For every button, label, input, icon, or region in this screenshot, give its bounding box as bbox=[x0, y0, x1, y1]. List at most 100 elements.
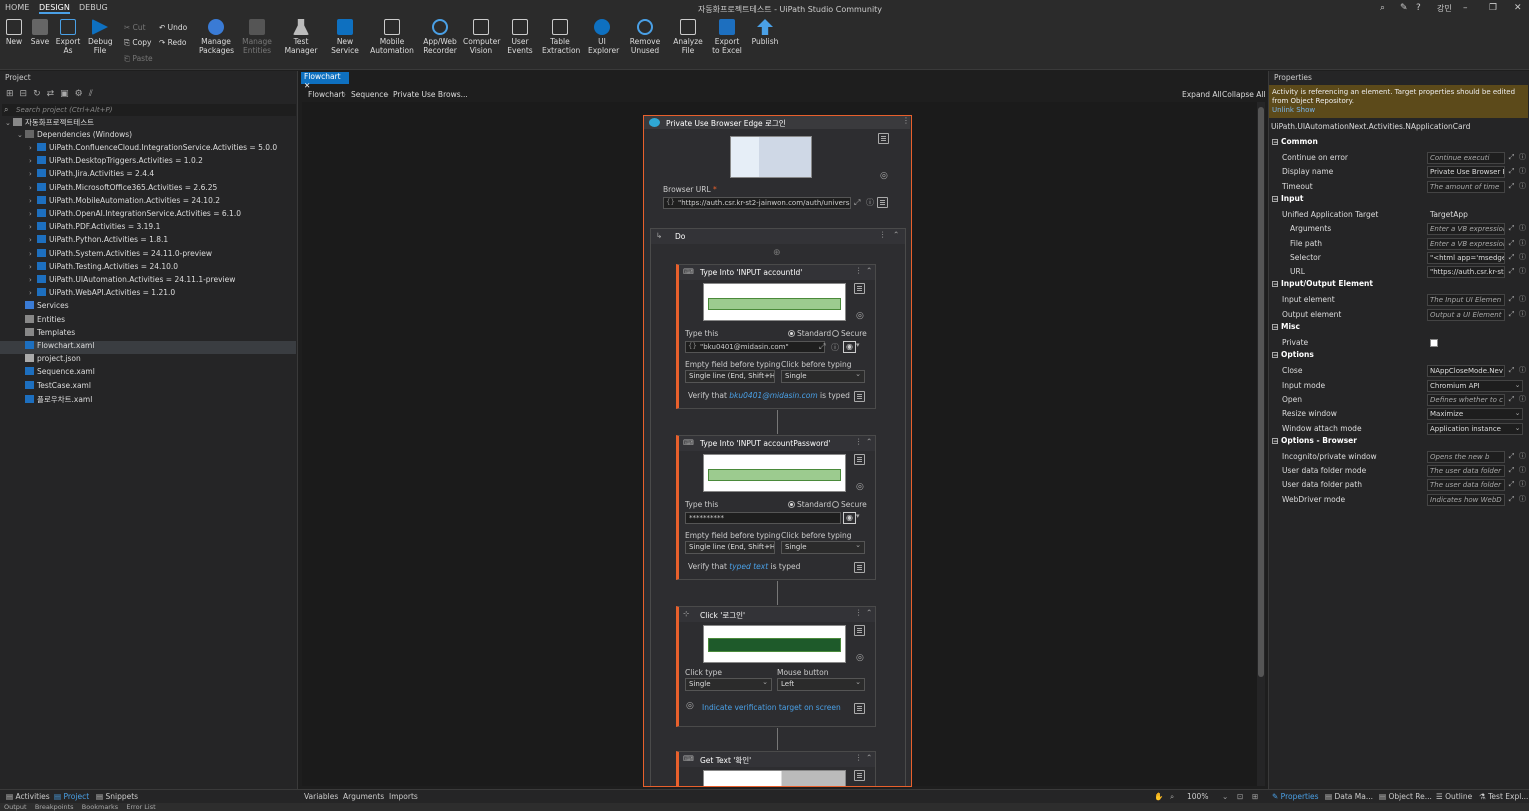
info-icon[interactable]: ⓘ bbox=[1518, 167, 1527, 176]
checkbox[interactable] bbox=[1430, 339, 1438, 347]
expand-all-link[interactable]: Expand All bbox=[1182, 90, 1222, 99]
info-icon[interactable]: ⓘ bbox=[1518, 495, 1527, 504]
property-section-header[interactable]: − Misc bbox=[1269, 322, 1528, 335]
paste-button[interactable]: ⎗ Paste bbox=[124, 54, 153, 64]
application-card[interactable]: Private Use Browser Edge 로그인 ⋮ ◎ Browser… bbox=[643, 115, 912, 787]
expand-editor-icon[interactable]: ⤢ bbox=[1507, 239, 1516, 248]
tree-root[interactable]: ⌄ 자동화프로젝트테스트 bbox=[0, 117, 296, 130]
type-into-account-id[interactable]: ⌨ Type Into 'INPUT accountId' ⋮ ⌃ ◎ Type th… bbox=[676, 264, 876, 409]
expand-editor-icon[interactable]: ⤢ bbox=[1507, 366, 1516, 375]
tab-activities[interactable]: ▤ Activities bbox=[6, 792, 50, 801]
empty-field-select[interactable]: Single line (End, Shift+Home, Del) bbox=[685, 370, 775, 383]
property-value-input[interactable]: The user data folder bbox=[1427, 465, 1505, 478]
standard-radio[interactable]: Standard bbox=[788, 329, 831, 338]
folder-item[interactable]: Services bbox=[0, 301, 296, 314]
file-item[interactable]: Flowchart.xaml bbox=[0, 341, 296, 354]
property-section-header[interactable]: − Options bbox=[1269, 350, 1528, 363]
redo-button[interactable]: ↷ Redo bbox=[159, 38, 187, 47]
expand-editor-icon[interactable]: ⤢ bbox=[1507, 466, 1516, 475]
mobile-automation-button[interactable]: Mobile Automation bbox=[368, 19, 416, 55]
expand-editor-icon[interactable]: ⤢ bbox=[1507, 253, 1516, 262]
show-link[interactable]: Show bbox=[1296, 106, 1315, 114]
save-button[interactable]: Save bbox=[29, 19, 51, 46]
breadcrumb-item[interactable]: Private Use Brows... bbox=[393, 90, 468, 99]
property-value-input[interactable]: Enter a VB expression bbox=[1427, 237, 1505, 250]
type-this-input[interactable]: "bku0401@midasin.com" bbox=[685, 341, 825, 353]
verify-link[interactable]: typed text bbox=[729, 562, 768, 571]
property-value-input[interactable]: Continue executi bbox=[1427, 152, 1505, 164]
property-value-input[interactable]: Chromium API bbox=[1427, 379, 1523, 392]
table-extraction-button[interactable]: Table Extraction bbox=[542, 19, 580, 55]
collapse-icon[interactable]: ⌃ bbox=[893, 230, 899, 239]
property-value-input[interactable]: Maximize bbox=[1427, 408, 1523, 421]
package-item[interactable]: › UiPath.DesktopTriggers.Activities = 1.0… bbox=[0, 156, 296, 169]
manage-packages-button[interactable]: Manage Packages bbox=[199, 19, 234, 55]
tab-outline[interactable]: ☰ Outline bbox=[1436, 792, 1472, 801]
expand-editor-icon[interactable]: ⤢ bbox=[1507, 495, 1516, 504]
property-value-input[interactable]: Indicates how WebD bbox=[1427, 493, 1505, 506]
collapse-icon[interactable]: − bbox=[1272, 352, 1278, 359]
property-value-input[interactable]: NAppCloseMode.Nev bbox=[1427, 365, 1505, 378]
expand-editor-icon[interactable]: ⤢ bbox=[1507, 310, 1516, 319]
verify-menu-icon[interactable] bbox=[854, 391, 865, 402]
info-icon[interactable]: ⓘ bbox=[831, 342, 839, 353]
info-icon[interactable]: ⓘ bbox=[1518, 395, 1527, 404]
cut-button[interactable]: ✂ Cut bbox=[124, 23, 146, 32]
click-before-select[interactable]: Single bbox=[781, 369, 865, 383]
project-toolbar[interactable]: ⊞⊟↻⇄▣⚙⫽ bbox=[6, 89, 126, 99]
property-section-header[interactable]: − Options - Browser bbox=[1269, 436, 1528, 449]
activity-menu-icon[interactable] bbox=[854, 625, 865, 636]
collapse-icon[interactable]: ⌃ bbox=[866, 266, 872, 275]
tab-variables[interactable]: Variables bbox=[304, 792, 338, 801]
url-menu-icon[interactable] bbox=[877, 197, 888, 208]
info-icon[interactable]: ⓘ bbox=[1518, 452, 1527, 461]
more-options-icon[interactable]: ⋮ bbox=[855, 608, 863, 617]
mouse-button-select[interactable]: Left bbox=[777, 677, 865, 691]
package-item[interactable]: › UiPath.MobileAutomation.Activities = 24… bbox=[0, 195, 296, 209]
get-text-confirm[interactable]: ⌨ Get Text '확인' ⋮ ⌃ bbox=[676, 751, 876, 786]
screenshot-thumbnail[interactable] bbox=[703, 625, 846, 663]
expand-editor-icon[interactable]: ⤢ bbox=[1507, 452, 1516, 461]
target-icon[interactable]: ◎ bbox=[856, 311, 864, 321]
more-options-icon[interactable]: ⋮ bbox=[855, 437, 863, 446]
collapse-icon[interactable]: ⌃ bbox=[866, 608, 872, 617]
test-manager-button[interactable]: Test Manager bbox=[283, 19, 319, 55]
activity-menu-icon[interactable] bbox=[854, 454, 865, 465]
property-value-input[interactable]: Private Use Browser Edge 로그 bbox=[1427, 166, 1505, 179]
standard-radio[interactable]: Standard bbox=[788, 500, 831, 509]
type-into-account-password[interactable]: ⌨ Type Into 'INPUT accountPassword' ⋮ ⌃ ◎ T… bbox=[676, 435, 876, 580]
package-item[interactable]: › UiPath.System.Activities = 24.11.0-prev… bbox=[0, 248, 296, 262]
info-icon[interactable]: ⓘ bbox=[866, 197, 874, 208]
tab-snippets[interactable]: ▤ Snippets bbox=[96, 792, 138, 801]
target-icon[interactable]: ◎ bbox=[856, 482, 864, 492]
property-value-input[interactable]: Opens the new b bbox=[1427, 450, 1505, 463]
more-options-icon[interactable]: ⋮ bbox=[855, 753, 863, 762]
collapse-icon[interactable]: − bbox=[1272, 324, 1278, 331]
expand-editor-icon[interactable]: ⤢ bbox=[1507, 295, 1516, 304]
hide-text-icon[interactable]: ◉ bbox=[843, 341, 856, 353]
chevron-down-icon[interactable]: ⌄ bbox=[1513, 381, 1522, 390]
user-name[interactable]: 강민 bbox=[1437, 3, 1452, 14]
activity-menu-icon[interactable] bbox=[878, 133, 889, 144]
property-value-input[interactable]: "https://auth.csr.kr-st2-ja bbox=[1427, 266, 1505, 279]
expand-editor-icon[interactable]: ⤢ bbox=[1507, 153, 1516, 162]
secure-radio[interactable]: Secure bbox=[832, 500, 867, 509]
property-section-header[interactable]: − Input/Output Element bbox=[1269, 279, 1528, 292]
property-value-input[interactable]: The amount of time bbox=[1427, 180, 1505, 193]
unlink-link[interactable]: Unlink bbox=[1272, 106, 1294, 114]
fit-screen-icon[interactable]: ⊡ bbox=[1237, 792, 1243, 801]
app-web-recorder-button[interactable]: App/Web Recorder bbox=[423, 19, 457, 55]
publish-button[interactable]: Publish bbox=[751, 19, 779, 46]
search-icon[interactable]: ⌕ bbox=[1380, 3, 1385, 13]
property-value-input[interactable]: Enter a VB expression bbox=[1427, 223, 1505, 236]
breadcrumb-item[interactable]: Flowchart bbox=[308, 90, 345, 99]
collapse-icon[interactable]: − bbox=[1272, 195, 1278, 202]
tab-object-repository[interactable]: ▤ Object Re... bbox=[1379, 792, 1432, 801]
show-text-icon[interactable]: ◉ bbox=[843, 512, 856, 524]
property-value-input[interactable]: Defines whether to c bbox=[1427, 393, 1505, 406]
screenshot-thumbnail[interactable] bbox=[730, 136, 812, 178]
manage-entities-button[interactable]: Manage Entities bbox=[241, 19, 273, 55]
user-events-button[interactable]: User Events bbox=[505, 19, 535, 55]
expand-editor-icon[interactable]: ⤢ bbox=[1507, 395, 1516, 404]
package-item[interactable]: › UiPath.Python.Activities = 1.8.1 bbox=[0, 235, 296, 248]
